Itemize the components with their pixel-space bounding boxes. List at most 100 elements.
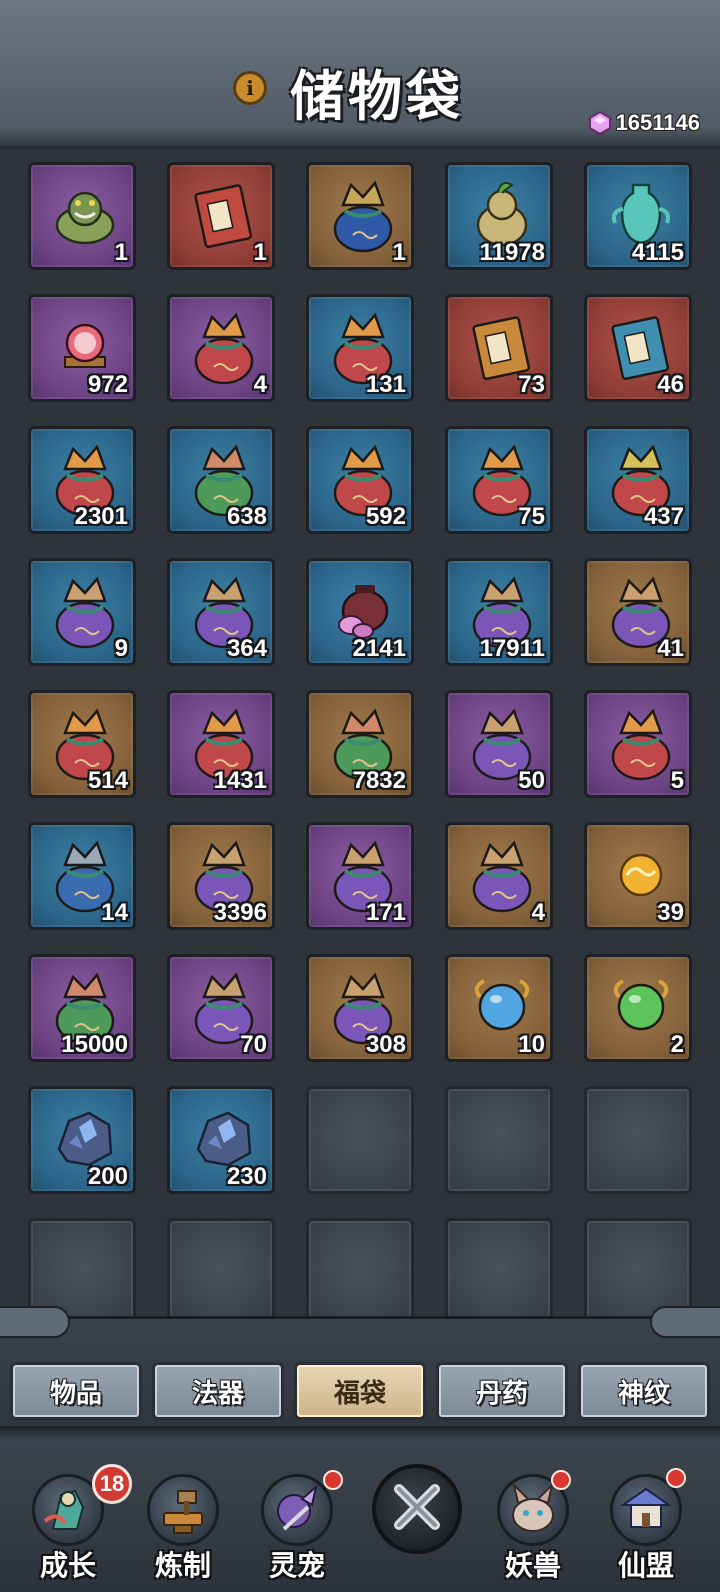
inventory-slot[interactable]: 4115 (584, 162, 692, 270)
item-count: 171 (365, 899, 406, 926)
inventory-slot[interactable]: 638 (167, 426, 275, 534)
inventory-slot[interactable]: 1431 (167, 690, 275, 798)
item-count: 1431 (213, 767, 267, 794)
item-count: 9 (114, 635, 128, 662)
inventory-slot[interactable]: 10 (445, 954, 553, 1062)
inventory-slot[interactable]: 2 (584, 954, 692, 1062)
tab-divine-patterns[interactable]: 神纹 (578, 1362, 710, 1420)
pet-notification-dot (323, 1470, 343, 1490)
inventory-slot[interactable]: 4 (445, 822, 553, 930)
ore-bag-icon (184, 307, 264, 387)
inventory-slot[interactable]: 4 (167, 294, 275, 402)
jade-pouch-icon (323, 175, 403, 255)
inventory-slot[interactable]: 14 (28, 822, 136, 930)
category-tabs: 物品 法器 福袋 丹药 神纹 (10, 1362, 710, 1420)
item-count: 437 (643, 503, 684, 530)
cloud-decoration-right (650, 1306, 720, 1338)
inventory-slot[interactable]: 41 (584, 558, 692, 666)
inventory-slot[interactable]: 73 (445, 294, 553, 402)
green-spirit-orb-icon (601, 967, 681, 1047)
item-count: 1 (253, 239, 267, 266)
inventory-slot[interactable]: 9 (28, 558, 136, 666)
tab-items[interactable]: 物品 (10, 1362, 142, 1420)
inventory-slot[interactable]: 7832 (306, 690, 414, 798)
inventory-slot[interactable]: 2141 (306, 558, 414, 666)
item-count: 131 (365, 371, 406, 398)
inventory-slot[interactable]: 70 (167, 954, 275, 1062)
item-count: 39 (657, 899, 684, 926)
inventory-slot[interactable]: 230 (167, 1086, 275, 1194)
item-count: 2301 (74, 503, 128, 530)
toad-spirit-pouch-icon (45, 175, 125, 255)
item-count: 1 (114, 239, 128, 266)
close-x-icon (387, 1477, 447, 1541)
inventory-slot[interactable]: 50 (445, 690, 553, 798)
nav-alliance[interactable]: 仙盟 (596, 1468, 696, 1586)
inventory-slot[interactable]: 200 (28, 1086, 136, 1194)
nav-refine[interactable]: 炼制 (133, 1470, 233, 1586)
empty-inventory-slot[interactable] (306, 1218, 414, 1326)
inventory-slot[interactable]: 1 (167, 162, 275, 270)
inventory-slot[interactable]: 1 (28, 162, 136, 270)
item-count: 75 (518, 503, 545, 530)
inventory-slot[interactable]: 308 (306, 954, 414, 1062)
inventory-slot[interactable]: 39 (584, 822, 692, 930)
item-count: 514 (87, 767, 128, 794)
inventory-slot[interactable]: 171 (306, 822, 414, 930)
inventory-slot[interactable]: 514 (28, 690, 136, 798)
empty-inventory-slot[interactable] (584, 1086, 692, 1194)
inventory-slot[interactable]: 592 (306, 426, 414, 534)
nav-alliance-label: 仙盟 (617, 1549, 674, 1582)
inventory-slot[interactable]: 437 (584, 426, 692, 534)
item-count: 4 (253, 371, 267, 398)
inventory-slot[interactable]: 46 (584, 294, 692, 402)
info-icon[interactable]: i (233, 71, 267, 105)
item-count: 2141 (352, 635, 406, 662)
item-count: 972 (87, 371, 128, 398)
currency-display: 1651146 (588, 108, 700, 138)
item-count: 230 (226, 1163, 267, 1190)
item-count: 41 (657, 635, 684, 662)
item-count: 73 (518, 371, 545, 398)
item-count: 10 (518, 1031, 545, 1058)
inventory-slot[interactable]: 15000 (28, 954, 136, 1062)
inventory-slot[interactable]: 75 (445, 426, 553, 534)
item-count: 11978 (479, 239, 545, 266)
nav-growth-label: 成长 (39, 1549, 96, 1582)
nav-growth[interactable]: 18 成长 (18, 1464, 132, 1586)
inventory-slot[interactable]: 11978 (445, 162, 553, 270)
nav-pet[interactable]: 灵宠 (247, 1470, 347, 1586)
empty-inventory-slot[interactable] (445, 1218, 553, 1326)
header-bar: i 储物袋 1651146 (0, 0, 720, 150)
inventory-slot[interactable]: 364 (167, 558, 275, 666)
empty-inventory-slot[interactable] (167, 1218, 275, 1326)
empty-inventory-slot[interactable] (306, 1086, 414, 1194)
item-count: 50 (518, 767, 545, 794)
empty-inventory-slot[interactable] (445, 1086, 553, 1194)
inventory-slot[interactable]: 131 (306, 294, 414, 402)
item-count: 46 (657, 371, 684, 398)
tab-lucky-bags[interactable]: 福袋 (294, 1362, 426, 1420)
item-count: 308 (365, 1031, 406, 1058)
nav-pet-label: 灵宠 (268, 1549, 325, 1582)
inventory-slot[interactable]: 972 (28, 294, 136, 402)
pearl-bag-icon (462, 835, 542, 915)
inventory-slot[interactable]: 5 (584, 690, 692, 798)
item-count: 7832 (352, 767, 406, 794)
inventory-slot[interactable]: 17911 (445, 558, 553, 666)
cloud-decoration-left (0, 1306, 70, 1338)
tab-pills[interactable]: 丹药 (436, 1362, 568, 1420)
inventory-slot[interactable]: 2301 (28, 426, 136, 534)
growth-badge: 18 (92, 1464, 132, 1504)
item-count: 200 (87, 1163, 128, 1190)
inventory-slot[interactable]: 1 (306, 162, 414, 270)
nav-beast[interactable]: 妖兽 (483, 1470, 583, 1586)
close-button[interactable] (372, 1464, 462, 1554)
tab-artifacts[interactable]: 法器 (152, 1362, 284, 1420)
red-scroll-book-icon (184, 175, 264, 255)
pet-spirit-icon (261, 1474, 333, 1546)
weapon-bag-purple-icon (45, 571, 125, 651)
inventory-slot[interactable]: 3396 (167, 822, 275, 930)
inventory-grid: 1 1 1 11978 4115 972 4 131 73 46 2301 638 592 75 437 9 3… (28, 162, 692, 1326)
item-count: 3396 (213, 899, 267, 926)
